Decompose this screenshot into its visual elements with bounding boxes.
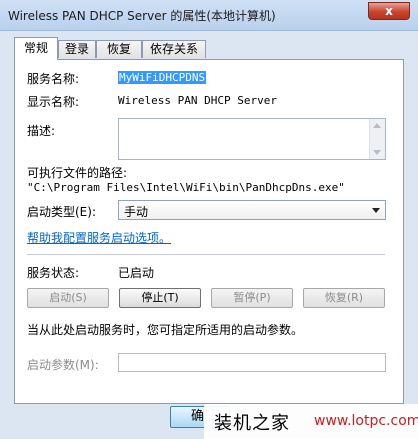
description-box[interactable] <box>118 118 386 160</box>
startup-type-value: 手动 <box>124 205 149 219</box>
watermark-text: 装机之家 <box>214 413 290 434</box>
display-name-label: 显示名称: <box>27 95 80 109</box>
path-label: 可执行文件的路径: <box>27 166 128 180</box>
startup-type-label: 启动类型(E): <box>27 205 96 219</box>
close-button[interactable]: x <box>368 2 410 20</box>
tab-dependencies[interactable]: 依存关系 <box>142 40 206 58</box>
path-value[interactable]: "C:\Program Files\Intel\WiFi\bin\PanDhcp… <box>27 181 345 194</box>
service-name-text: MyWiFiDHCPDNS <box>118 71 207 84</box>
help-configure-link[interactable]: 帮助我配置服务启动选项。 <box>27 229 171 246</box>
start-params-input[interactable] <box>118 353 386 372</box>
chevron-down-icon <box>372 208 380 213</box>
watermark: 装机之家 www.lotpc.com <box>204 404 418 439</box>
scroll-up-icon[interactable] <box>373 123 381 128</box>
window-body: 常规 登录 恢复 依存关系 服务名称: MyWiFiDHCPDNS 显示名称: … <box>0 31 418 439</box>
scroll-down-icon[interactable] <box>373 150 381 155</box>
service-status-label: 服务状态: <box>27 266 80 280</box>
description-scrollbar[interactable] <box>369 119 385 159</box>
start-button[interactable]: 启动(S) <box>27 288 109 308</box>
tab-recovery[interactable]: 恢复 <box>96 40 142 58</box>
tab-general[interactable]: 常规 <box>14 37 58 60</box>
pause-button[interactable]: 暂停(P) <box>211 288 293 308</box>
watermark-url: www.lotpc.com <box>314 413 418 429</box>
service-name-label: 服务名称: <box>27 72 80 86</box>
resume-button[interactable]: 恢复(R) <box>303 288 385 308</box>
divider <box>27 254 385 255</box>
service-status-value: 已启动 <box>118 266 155 280</box>
description-label: 描述: <box>27 124 56 138</box>
window-title: Wireless PAN DHCP Server 的属性(本地计算机) <box>8 9 276 23</box>
display-name-value[interactable]: Wireless PAN DHCP Server <box>118 94 277 107</box>
service-name-value[interactable]: MyWiFiDHCPDNS <box>118 71 207 84</box>
startup-type-select[interactable]: 手动 <box>118 200 386 220</box>
stop-button[interactable]: 停止(T) <box>119 288 201 308</box>
tab-logon[interactable]: 登录 <box>58 40 96 58</box>
start-params-label: 启动参数(M): <box>27 358 99 372</box>
title-bar: Wireless PAN DHCP Server 的属性(本地计算机) x <box>0 0 418 31</box>
start-params-hint: 当从此处启动服务时，您可指定所适用的启动参数。 <box>27 323 304 337</box>
general-panel: 服务名称: MyWiFiDHCPDNS 显示名称: Wireless PAN D… <box>14 59 404 404</box>
